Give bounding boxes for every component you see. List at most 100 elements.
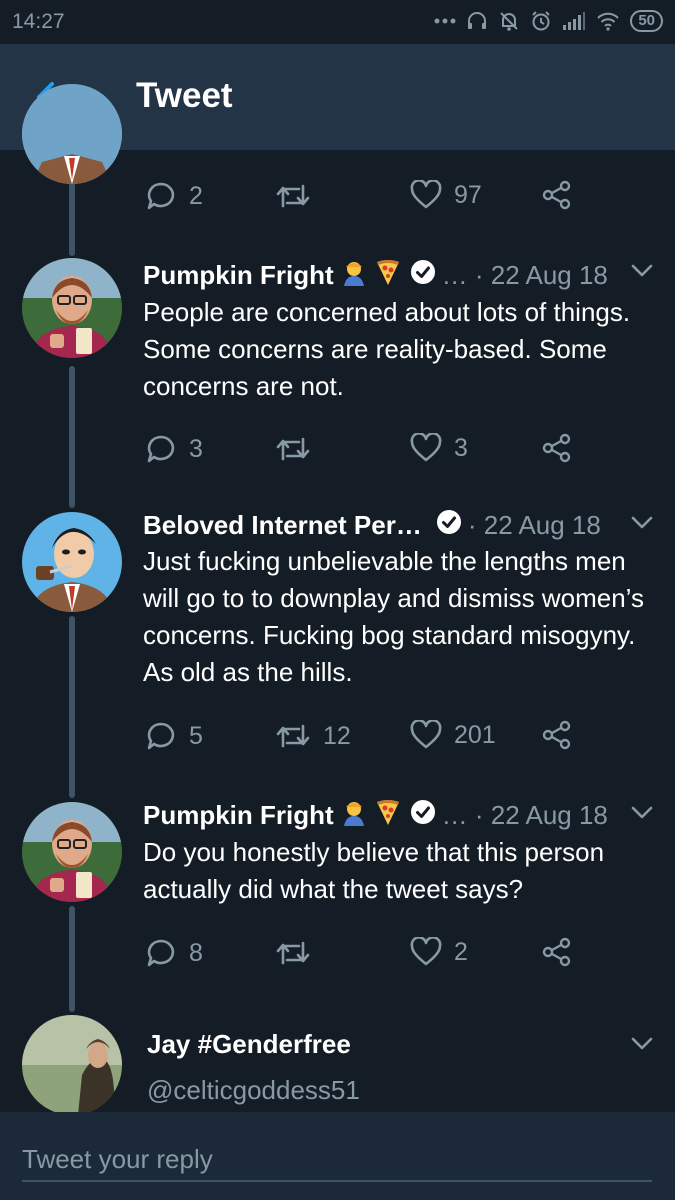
share-button[interactable] <box>542 433 572 463</box>
comment-icon <box>147 939 175 967</box>
author-name[interactable]: Pumpkin Fright <box>143 260 334 291</box>
heart-icon <box>410 433 442 462</box>
status-icons: 50 <box>434 8 663 34</box>
comment-icon <box>147 182 175 210</box>
share-button[interactable] <box>542 180 572 210</box>
chevron-down-icon <box>631 806 653 819</box>
author-name[interactable]: Beloved Internet Per… <box>143 510 422 541</box>
reply-button[interactable]: 5 <box>145 720 203 752</box>
share-button[interactable] <box>542 720 572 750</box>
tweet-actions: 5 12 201 <box>0 720 675 760</box>
tweet-actions: 8 2 <box>0 937 675 977</box>
signal-icon <box>562 11 586 31</box>
tweet-text: Just fucking unbelievable the lengths me… <box>143 546 644 687</box>
verified-badge-icon <box>410 259 436 292</box>
retweet-count: 12 <box>323 721 351 750</box>
status-bar: 14:27 50 <box>0 0 675 44</box>
verified-badge-icon <box>410 799 436 832</box>
tweet-menu-button[interactable] <box>631 516 653 535</box>
farmer-emoji-icon <box>340 798 368 833</box>
avatar-cartoon-image <box>22 84 122 184</box>
author-name[interactable]: Jay #Genderfree <box>147 1029 351 1060</box>
bell-muted-icon <box>498 10 520 32</box>
headphones-icon <box>466 10 488 32</box>
farmer-emoji-icon <box>340 258 368 293</box>
tweet-text: People are concerned about lots of thing… <box>143 297 631 401</box>
reply-button[interactable]: 8 <box>145 937 203 969</box>
status-time: 14:27 <box>12 10 65 33</box>
like-count: 2 <box>454 937 468 966</box>
tweet-header: Jay #Genderfree <box>147 1027 351 1061</box>
retweet-button[interactable] <box>275 937 323 969</box>
avatar[interactable] <box>22 258 122 358</box>
alarm-icon <box>530 10 552 32</box>
like-button[interactable]: 2 <box>410 937 468 967</box>
retweet-button[interactable] <box>275 180 323 212</box>
like-count: 201 <box>454 720 496 749</box>
share-icon <box>542 720 571 750</box>
like-button[interactable]: 3 <box>410 433 468 463</box>
tweet-header: Pumpkin Fright … · 22 Aug 18 <box>143 798 608 832</box>
avatar[interactable] <box>22 1015 122 1115</box>
comment-icon <box>147 722 175 750</box>
tweet-actions: 3 3 <box>0 433 675 473</box>
avatar[interactable] <box>22 512 122 612</box>
thread-line <box>69 616 75 798</box>
avatar-photo-image <box>22 258 122 358</box>
tweet-header: Pumpkin Fright … · 22 Aug 18 <box>143 258 608 292</box>
reply-button[interactable]: 3 <box>145 433 203 465</box>
pizza-emoji-icon <box>374 258 402 293</box>
tweet-menu-button[interactable] <box>631 1037 653 1056</box>
reply-button[interactable]: 2 <box>145 180 203 212</box>
reply-bar <box>0 1112 675 1200</box>
heart-icon <box>410 180 442 209</box>
like-button[interactable]: 97 <box>410 180 482 210</box>
chevron-down-icon <box>631 1037 653 1050</box>
tweet-timestamp: · 22 Aug 18 <box>467 509 601 540</box>
author-handle-row: @celticgoddess51 <box>147 1073 360 1107</box>
share-icon <box>542 433 571 463</box>
reply-count: 2 <box>189 181 203 210</box>
wifi-icon <box>596 11 620 31</box>
avatar-cartoon-image <box>22 512 122 612</box>
retweet-icon <box>276 941 310 965</box>
like-count: 97 <box>454 180 482 209</box>
more-dots-icon <box>434 17 456 25</box>
author-handle: @celticgoddess51 <box>147 1074 360 1105</box>
tweet-menu-button[interactable] <box>631 264 653 283</box>
retweet-icon <box>276 437 310 461</box>
reply-count: 5 <box>189 721 203 750</box>
like-button[interactable]: 201 <box>410 720 496 750</box>
comment-icon <box>147 435 175 463</box>
reply-input[interactable] <box>22 1138 652 1182</box>
battery-indicator: 50 <box>630 10 663 32</box>
avatar[interactable] <box>22 802 122 902</box>
reply-count: 8 <box>189 938 203 967</box>
share-icon <box>542 937 571 967</box>
tweet-header: Beloved Internet Per… · 22 Aug 18 <box>143 508 601 542</box>
tweet-text: Do you honestly believe that this person… <box>143 837 605 904</box>
tweet-timestamp: … · 22 Aug 18 <box>441 259 608 290</box>
reply-count: 3 <box>189 434 203 463</box>
tweet-menu-button[interactable] <box>631 806 653 825</box>
retweet-icon <box>276 184 310 208</box>
author-name[interactable]: Pumpkin Fright <box>143 800 334 831</box>
share-icon <box>542 180 571 210</box>
retweet-icon <box>276 724 310 748</box>
avatar-photo-image <box>22 1015 122 1115</box>
retweet-button[interactable]: 12 <box>275 720 351 752</box>
chevron-down-icon <box>631 264 653 277</box>
share-button[interactable] <box>542 937 572 967</box>
chevron-down-icon <box>631 516 653 529</box>
retweet-button[interactable] <box>275 433 323 465</box>
verified-badge-icon <box>436 509 462 542</box>
like-count: 3 <box>454 433 468 462</box>
heart-icon <box>410 937 442 966</box>
tweet-timestamp: … · 22 Aug 18 <box>441 799 608 830</box>
avatar-photo-image <box>22 802 122 902</box>
avatar[interactable] <box>22 84 122 184</box>
tweet-actions: 2 97 <box>0 180 675 220</box>
heart-icon <box>410 720 442 749</box>
page-title: Tweet <box>136 76 233 115</box>
pizza-emoji-icon <box>374 798 402 833</box>
